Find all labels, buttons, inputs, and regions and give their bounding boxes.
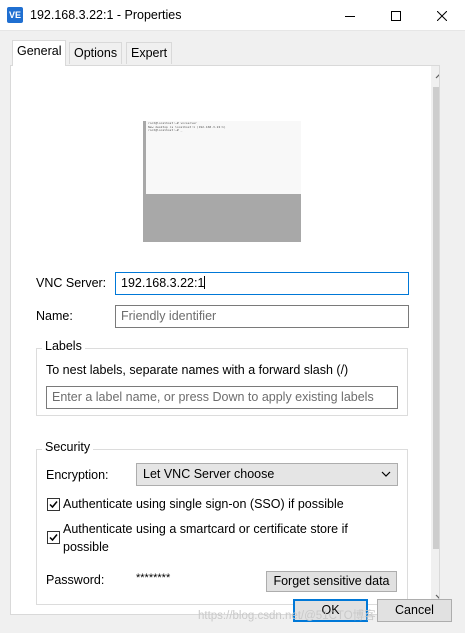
labels-group-title: Labels	[42, 339, 85, 353]
close-button[interactable]	[419, 0, 465, 31]
sso-checkbox[interactable]	[47, 498, 60, 511]
encryption-value: Let VNC Server choose	[143, 467, 275, 481]
chevron-up-icon	[435, 73, 439, 78]
vnc-server-input[interactable]: 192.168.3.22:1	[115, 272, 409, 295]
smartcard-checkbox[interactable]	[47, 531, 60, 544]
name-placeholder: Friendly identifier	[121, 309, 217, 323]
labels-hint: To nest labels, separate names with a fo…	[46, 363, 349, 377]
tab-options[interactable]: Options	[69, 42, 123, 64]
cancel-button[interactable]: Cancel	[377, 599, 452, 622]
watermark: https://blog.csdn.net/@51CTO博客	[198, 610, 376, 622]
vnc-server-label: VNC Server:	[36, 276, 107, 290]
tab-expert[interactable]: Expert	[126, 42, 173, 64]
smartcard-label-line2[interactable]: possible	[63, 540, 109, 554]
checkmark-icon	[49, 534, 58, 542]
scroll-up-button[interactable]	[431, 67, 439, 84]
maximize-icon	[391, 10, 401, 21]
preview-terminal: root@localhost:~# vncserver New desktop …	[146, 121, 301, 194]
label-placeholder: Enter a label name, or press Down to app…	[52, 390, 374, 404]
sso-label[interactable]: Authenticate using single sign-on (SSO) …	[63, 497, 344, 511]
minimize-button[interactable]	[327, 0, 373, 31]
tab-general[interactable]: General	[12, 40, 67, 66]
text-caret	[204, 276, 206, 289]
name-label: Name:	[36, 309, 73, 323]
chevron-down-icon	[381, 471, 391, 477]
security-group-title: Security	[42, 440, 94, 454]
password-label: Password:	[46, 573, 105, 587]
dialog-body: General Options Expert root@localhost:~#…	[0, 31, 465, 633]
smartcard-label-line1[interactable]: Authenticate using a smartcard or certif…	[63, 522, 348, 536]
desktop-preview: root@localhost:~# vncserver New desktop …	[143, 121, 301, 242]
encryption-label: Encryption:	[46, 468, 109, 482]
scrollbar-thumb[interactable]	[433, 87, 439, 549]
vertical-scrollbar[interactable]	[431, 66, 439, 614]
minimize-icon	[345, 15, 355, 17]
forget-sensitive-data-button[interactable]: Forget sensitive data	[266, 571, 397, 592]
checkmark-icon	[49, 501, 58, 509]
label-input[interactable]: Enter a label name, or press Down to app…	[46, 386, 398, 409]
password-value: ********	[136, 572, 171, 584]
close-icon	[437, 10, 447, 21]
title-bar: VE 192.168.3.22:1 - Properties	[0, 0, 465, 31]
window-title: 192.168.3.22:1 - Properties	[30, 8, 182, 22]
maximize-button[interactable]	[373, 0, 419, 31]
name-input[interactable]: Friendly identifier	[115, 305, 409, 328]
vnc-viewer-icon: VE	[7, 7, 23, 23]
general-tab-panel: root@localhost:~# vncserver New desktop …	[10, 65, 440, 615]
preview-line: root@localhost:~# _	[148, 129, 183, 132]
vnc-server-value: 192.168.3.22:1	[121, 276, 205, 290]
encryption-select[interactable]: Let VNC Server choose	[136, 463, 398, 486]
